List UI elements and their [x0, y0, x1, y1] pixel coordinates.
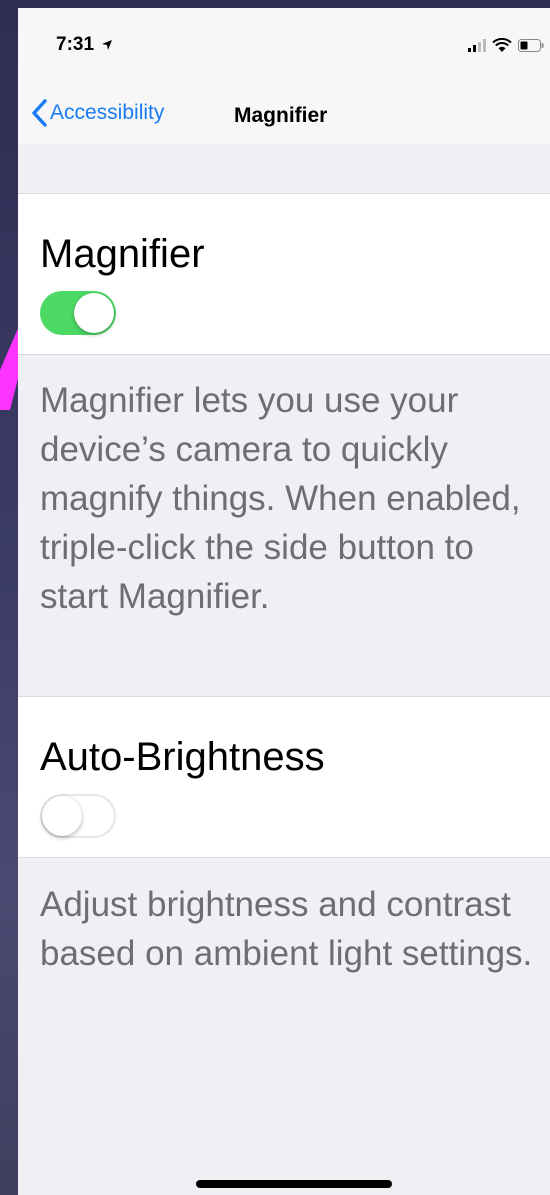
chevron-left-icon — [32, 99, 47, 127]
auto-brightness-title: Auto-Brightness — [40, 735, 325, 779]
magnifier-toggle[interactable] — [40, 291, 116, 335]
navigation-bar: Accessibility Magnifier — [18, 82, 550, 144]
wifi-icon — [492, 37, 512, 52]
toggle-knob — [74, 293, 114, 333]
phone-screen: 7:31 Accessibility Magnifier Magnifier M… — [18, 8, 550, 1195]
magnifier-title: Magnifier — [40, 232, 205, 276]
auto-brightness-cell: Auto-Brightness — [18, 696, 550, 858]
auto-brightness-description: Adjust brightness and contrast based on … — [40, 885, 533, 973]
back-button-label: Accessibility — [50, 101, 165, 124]
status-time-label: 7:31 — [56, 34, 95, 55]
battery-icon — [518, 38, 544, 52]
back-button[interactable]: Accessibility — [30, 96, 164, 130]
home-indicator — [196, 1180, 392, 1188]
magnifier-cell: Magnifier — [18, 193, 550, 355]
status-icons — [468, 36, 544, 54]
location-arrow-icon — [102, 40, 113, 50]
magnifier-description: Magnifier lets you use your device’s cam… — [40, 381, 521, 616]
toggle-knob — [42, 796, 82, 836]
page-title: Magnifier — [234, 104, 328, 127]
auto-brightness-toggle[interactable] — [40, 794, 116, 838]
cellular-signal-icon — [468, 39, 486, 52]
status-bar: 7:31 — [18, 8, 550, 82]
status-time: 7:31 — [56, 34, 113, 56]
